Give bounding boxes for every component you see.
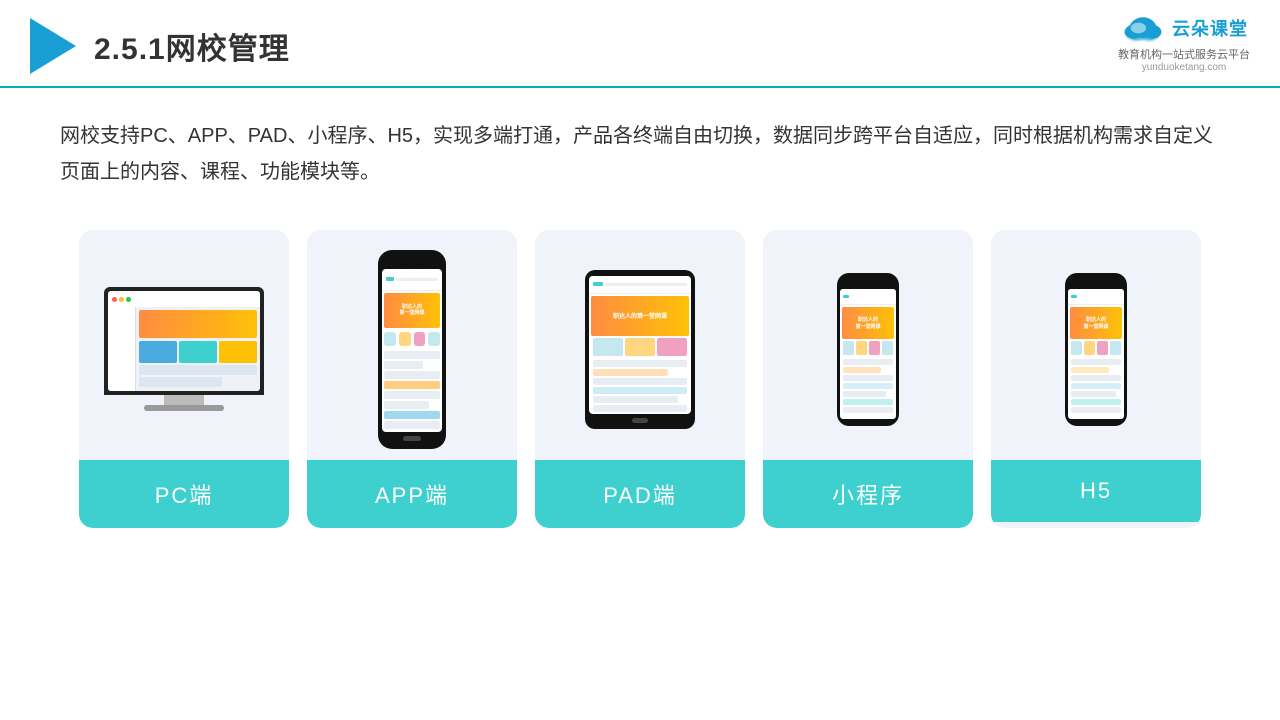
miniapp-device-mock: 职达人的第一堂网课 (837, 273, 899, 426)
phone-mini-notch-h5 (1087, 280, 1105, 286)
brand-url: yunduoketang.com (1142, 62, 1227, 73)
brand-name: 云朵课堂 (1172, 15, 1248, 41)
phone-notch (400, 258, 424, 265)
title-text: 网校管理 (166, 33, 290, 66)
card-pc-label: PC端 (79, 460, 289, 528)
page-title: 2.5.1网校管理 (94, 24, 290, 68)
h5-device-mock: 职达人的第一堂网课 (1065, 273, 1127, 426)
card-pad-image: 职达人的第一堂网课 (535, 230, 745, 460)
tablet-screen: 职达人的第一堂网课 (589, 276, 691, 414)
brand-logo: 云朵课堂 (1120, 12, 1248, 44)
card-app-label: APP端 (307, 460, 517, 528)
phone-mini-screen-h5: 职达人的第一堂网课 (1068, 289, 1124, 419)
cloud-icon (1120, 12, 1166, 44)
logo-arrow-icon (30, 18, 76, 74)
card-h5-image: 职达人的第一堂网课 (991, 230, 1201, 460)
tablet-home-button (632, 418, 648, 423)
phone-screen: 职达人的第一堂网课 (382, 269, 442, 432)
phone-mini-notch (859, 280, 877, 286)
platform-cards: PC端 职达人的第一堂网课 (0, 210, 1280, 548)
description-text: 网校支持PC、APP、PAD、小程序、H5，实现多端打通，产品各终端自由切换，数… (0, 88, 1280, 210)
card-app-image: 职达人的第一堂网课 (307, 230, 517, 460)
card-pad: 职达人的第一堂网课 (535, 230, 745, 528)
phone-home-button (403, 436, 421, 441)
card-miniapp-image: 职达人的第一堂网课 (763, 230, 973, 460)
card-app: 职达人的第一堂网课 (307, 230, 517, 528)
phone-mini-screen: 职达人的第一堂网课 (840, 289, 896, 419)
brand-logo-area: 云朵课堂 教育机构一站式服务云平台 yunduoketang.com (1118, 12, 1250, 73)
card-miniapp-label: 小程序 (763, 460, 973, 528)
card-h5: 职达人的第一堂网课 (991, 230, 1201, 528)
pc-screen-wrapper (104, 287, 264, 395)
card-h5-label: H5 (991, 460, 1201, 522)
card-pad-label: PAD端 (535, 460, 745, 528)
brand-tagline: 教育机构一站式服务云平台 (1118, 46, 1250, 62)
pc-screen (108, 291, 260, 391)
card-miniapp: 职达人的第一堂网课 (763, 230, 973, 528)
app-device-mock: 职达人的第一堂网课 (378, 250, 446, 449)
pc-device-mock (99, 287, 269, 411)
card-pc-image (79, 230, 289, 460)
pad-device-mock: 职达人的第一堂网课 (585, 270, 695, 429)
card-pc: PC端 (79, 230, 289, 528)
title-number: 2.5.1 (94, 33, 166, 66)
page-header: 2.5.1网校管理 云朵课堂 教育机构一站式服务云平台 yunduoketang… (0, 0, 1280, 88)
